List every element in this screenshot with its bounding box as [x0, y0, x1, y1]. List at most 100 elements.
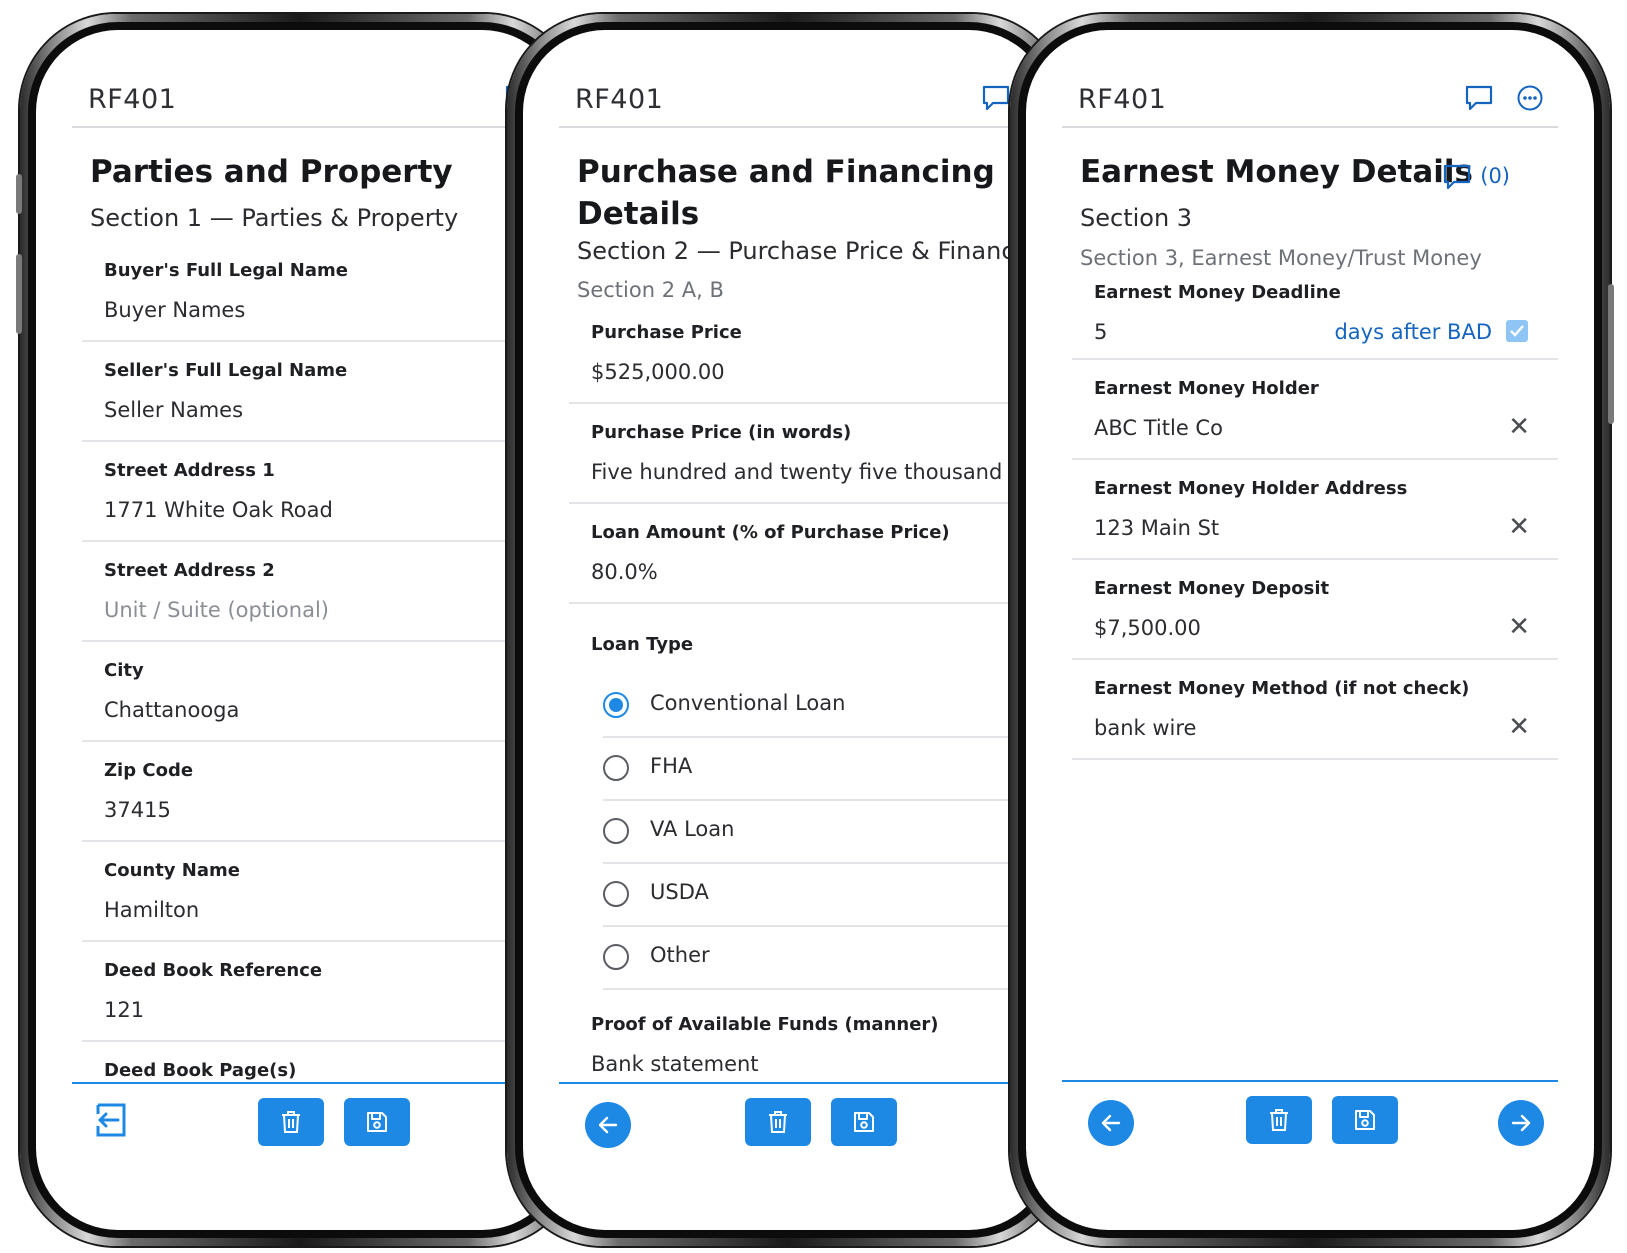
page-title: Parties and Property — [90, 154, 453, 190]
back-button[interactable] — [1088, 1100, 1134, 1146]
proof-of-funds-field[interactable]: Proof of Available Funds (manner) Bank s… — [569, 990, 1015, 1082]
field-label: Buyer's Full Legal Name — [104, 260, 348, 281]
field-value[interactable]: Five hundred and twenty five thousand — [591, 460, 1002, 484]
save-icon — [854, 1112, 874, 1132]
app-title: RF401 — [88, 84, 177, 115]
field-value[interactable]: bank wire — [1094, 716, 1196, 740]
field-label: Earnest Money Holder — [1094, 378, 1319, 399]
radio-fha[interactable]: FHA — [603, 737, 1015, 801]
field-label: Deed Book Reference — [104, 960, 323, 981]
comment-count[interactable]: (0) — [1480, 164, 1510, 188]
trash-icon — [282, 1111, 300, 1133]
save-button[interactable] — [831, 1098, 897, 1146]
field-value[interactable]: 80.0% — [591, 560, 658, 584]
earnest-money-method-field[interactable]: Earnest Money Method (if not check) bank… — [1072, 660, 1558, 760]
radio-conventional-loan[interactable]: Conventional Loan — [603, 674, 1015, 738]
radio-va-loan[interactable]: VA Loan — [603, 800, 1015, 864]
section-comment-icon[interactable] — [1442, 163, 1472, 191]
field-value[interactable]: ABC Title Co — [1094, 416, 1223, 440]
radio-label: Conventional Loan — [650, 691, 846, 715]
radio-button[interactable] — [603, 755, 629, 781]
delete-button[interactable] — [1246, 1096, 1312, 1144]
phone-frame-1: RF401 Parties and Property Section 1 — P… — [16, 14, 580, 1246]
save-icon — [367, 1112, 387, 1132]
field-value[interactable]: Bank statement — [591, 1052, 759, 1076]
county-name-field[interactable]: County Name Hamilton — [82, 842, 528, 942]
clear-icon[interactable]: ✕ — [1508, 512, 1530, 542]
deed-book-pages-field[interactable]: Deed Book Page(s) — [82, 1042, 528, 1082]
clear-icon[interactable]: ✕ — [1508, 712, 1530, 742]
street-address-1-field[interactable]: Street Address 1 1771 White Oak Road — [82, 442, 528, 542]
radio-button[interactable] — [603, 881, 629, 907]
earnest-money-deposit-field[interactable]: Earnest Money Deposit $7,500.00 ✕ — [1072, 560, 1558, 660]
radio-button[interactable] — [603, 692, 629, 718]
bottom-toolbar — [1062, 1080, 1558, 1172]
back-button[interactable] — [585, 1102, 631, 1148]
exit-icon[interactable] — [94, 1102, 128, 1138]
field-value[interactable]: Seller Names — [104, 398, 243, 422]
save-icon — [1355, 1110, 1375, 1130]
side-button — [16, 254, 22, 334]
zip-code-field[interactable]: Zip Code 37415 — [82, 742, 528, 842]
page-title-line-2: Details — [577, 196, 700, 232]
screen-purchase-financing: RF401 Purchase and Financing Details Sec… — [523, 30, 1051, 1230]
trash-icon — [1270, 1109, 1288, 1131]
field-value[interactable]: Buyer Names — [104, 298, 245, 322]
save-button[interactable] — [344, 1098, 410, 1146]
field-value[interactable]: 123 Main St — [1094, 516, 1219, 540]
field-value[interactable]: 37415 — [104, 798, 171, 822]
section-subtitle: Section 3 — [1080, 204, 1193, 232]
field-value[interactable]: 5 — [1094, 320, 1107, 344]
field-label: Deed Book Page(s) — [104, 1060, 297, 1081]
buyer-name-field[interactable]: Buyer's Full Legal Name Buyer Names — [82, 244, 528, 342]
deed-book-reference-field[interactable]: Deed Book Reference 121 — [82, 942, 528, 1042]
top-bar: RF401 — [1062, 70, 1558, 128]
screen-earnest-money: RF401 Earnest Money Details (0) Section … — [1026, 30, 1594, 1230]
radio-usda[interactable]: USDA — [603, 863, 1015, 927]
more-icon[interactable] — [1516, 84, 1544, 112]
street-address-2-field[interactable]: Street Address 2 Unit / Suite (optional) — [82, 542, 528, 642]
section-reference: Section 2 A, B — [577, 278, 724, 302]
save-button[interactable] — [1332, 1096, 1398, 1144]
earnest-money-deadline-field[interactable]: Earnest Money Deadline 5 days after BAD — [1072, 268, 1558, 360]
radio-button[interactable] — [603, 818, 629, 844]
radio-label: FHA — [650, 754, 693, 778]
field-value[interactable]: Chattanooga — [104, 698, 239, 722]
delete-button[interactable] — [745, 1098, 811, 1146]
field-label: Earnest Money Deadline — [1094, 282, 1341, 303]
field-value[interactable]: Hamilton — [104, 898, 199, 922]
clear-icon[interactable]: ✕ — [1508, 612, 1530, 642]
bottom-toolbar — [72, 1082, 528, 1174]
top-bar: RF401 — [72, 70, 533, 128]
comment-icon[interactable] — [981, 84, 1011, 112]
delete-button[interactable] — [258, 1098, 324, 1146]
section-subtitle: Section 1 — Parties & Property — [90, 204, 459, 232]
days-after-bad-checkbox[interactable] — [1506, 320, 1528, 342]
field-placeholder[interactable]: Unit / Suite (optional) — [104, 598, 329, 622]
city-field[interactable]: City Chattanooga — [82, 642, 528, 742]
clear-icon[interactable]: ✕ — [1508, 412, 1530, 442]
field-value[interactable]: 121 — [104, 998, 144, 1022]
field-label: Seller's Full Legal Name — [104, 360, 348, 381]
radio-label: Other — [650, 943, 710, 967]
seller-name-field[interactable]: Seller's Full Legal Name Seller Names — [82, 342, 528, 442]
radio-button[interactable] — [603, 944, 629, 970]
loan-amount-field[interactable]: Loan Amount (% of Purchase Price) 80.0% — [569, 504, 1015, 604]
next-button[interactable] — [1498, 1100, 1544, 1146]
earnest-money-holder-address-field[interactable]: Earnest Money Holder Address 123 Main St… — [1072, 460, 1558, 560]
earnest-money-holder-field[interactable]: Earnest Money Holder ABC Title Co ✕ — [1072, 360, 1558, 460]
section-subtitle: Section 2 — Purchase Price & Financing — [577, 237, 1051, 265]
field-label: Earnest Money Method (if not check) — [1094, 678, 1470, 699]
purchase-price-field[interactable]: Purchase Price $525,000.00 — [569, 306, 1015, 404]
section-reference: Section 3, Earnest Money/Trust Money — [1080, 246, 1482, 270]
field-value[interactable]: $7,500.00 — [1094, 616, 1201, 640]
screen-parties-property: RF401 Parties and Property Section 1 — P… — [36, 30, 564, 1230]
field-value[interactable]: 1771 White Oak Road — [104, 498, 333, 522]
purchase-price-words-field[interactable]: Purchase Price (in words) Five hundred a… — [569, 404, 1015, 504]
field-label: Purchase Price — [591, 322, 742, 343]
comment-icon[interactable] — [1464, 84, 1494, 112]
field-label: Zip Code — [104, 760, 194, 781]
days-after-bad-label: days after BAD — [1334, 320, 1492, 344]
field-value[interactable]: $525,000.00 — [591, 360, 725, 384]
radio-other[interactable]: Other — [603, 926, 1015, 990]
